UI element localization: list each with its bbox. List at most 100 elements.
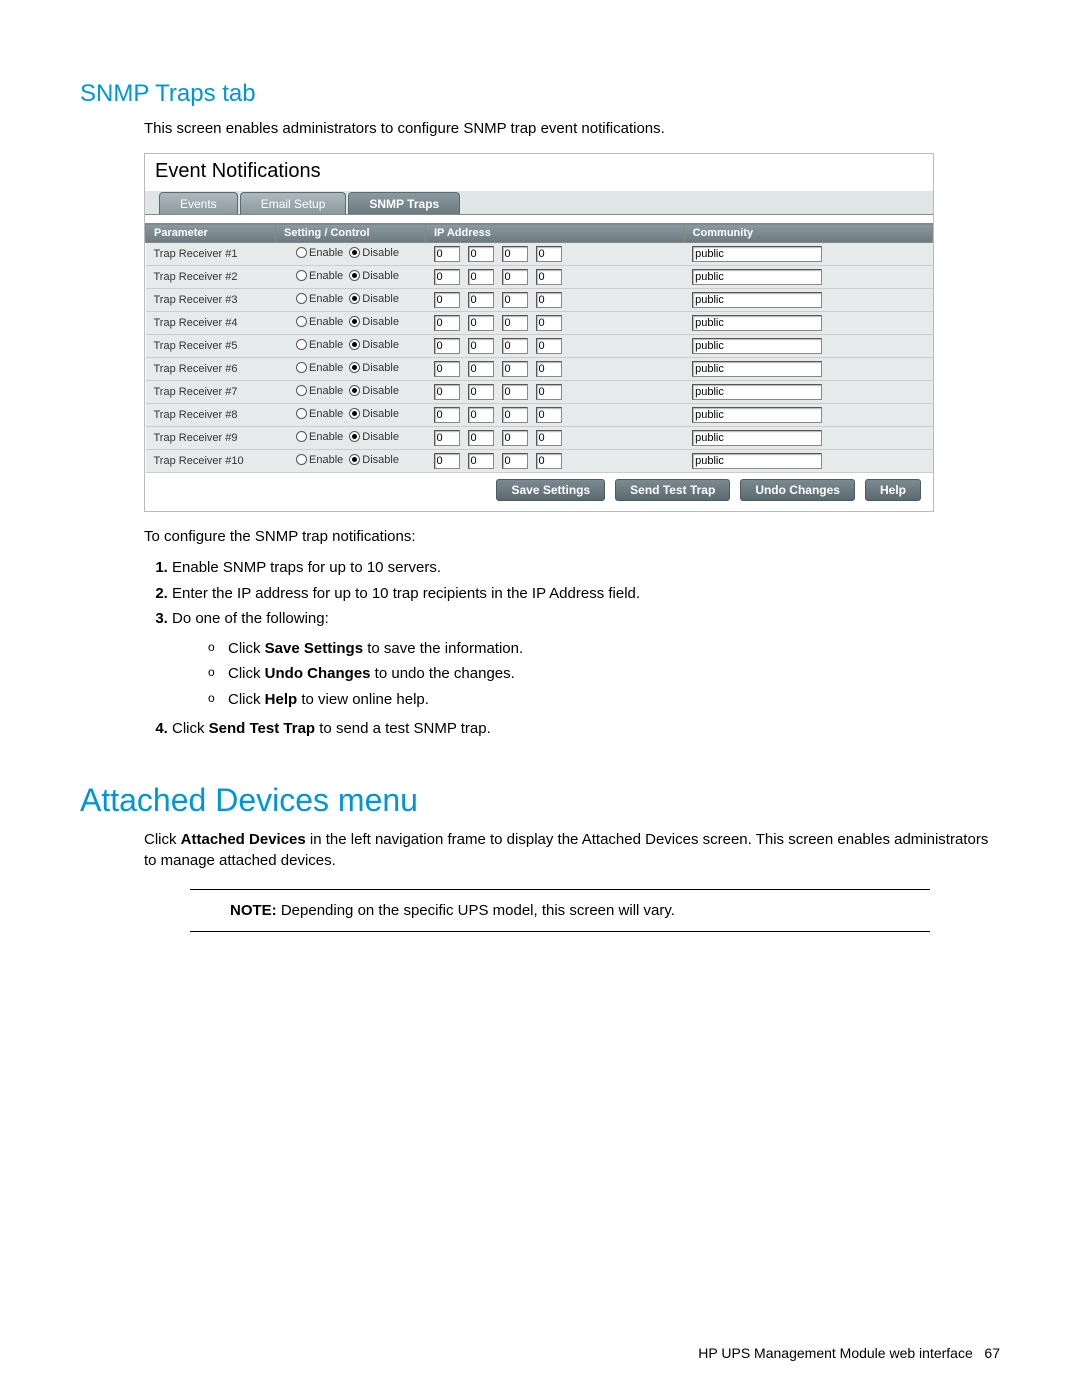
community-input[interactable] <box>692 361 822 377</box>
ip-octet-input[interactable] <box>434 292 460 308</box>
enable-radio[interactable] <box>296 247 307 258</box>
ip-octet-input[interactable] <box>502 407 528 423</box>
setting-cell: EnableDisable <box>276 358 426 381</box>
ip-octet-input[interactable] <box>468 430 494 446</box>
ip-octet-input[interactable] <box>434 384 460 400</box>
ip-octet-input[interactable] <box>434 315 460 331</box>
ip-octet-input[interactable] <box>536 453 562 469</box>
ip-octet-input[interactable] <box>434 246 460 262</box>
community-cell <box>684 450 932 473</box>
ip-octet-input[interactable] <box>434 361 460 377</box>
ip-octet-input[interactable] <box>434 453 460 469</box>
ip-octet-input[interactable] <box>502 315 528 331</box>
ip-octet-input[interactable] <box>536 246 562 262</box>
ip-octet-input[interactable] <box>468 453 494 469</box>
ip-octet-input[interactable] <box>468 315 494 331</box>
step-1: Enable SNMP traps for up to 10 servers. <box>172 555 1000 581</box>
ip-cell <box>426 427 685 450</box>
enable-label: Enable <box>309 293 343 305</box>
disable-radio[interactable] <box>349 385 360 396</box>
ip-cell <box>426 381 685 404</box>
ip-octet-input[interactable] <box>536 338 562 354</box>
configure-intro: To configure the SNMP trap notifications… <box>144 526 1000 547</box>
disable-radio[interactable] <box>349 339 360 350</box>
ip-octet-input[interactable] <box>536 407 562 423</box>
tab-events[interactable]: Events <box>159 192 238 214</box>
ip-octet-input[interactable] <box>502 430 528 446</box>
ip-octet-input[interactable] <box>536 269 562 285</box>
ip-octet-input[interactable] <box>536 361 562 377</box>
tab-snmp-traps[interactable]: SNMP Traps <box>348 192 460 214</box>
event-notifications-panel: Event Notifications Events Email Setup S… <box>144 153 934 512</box>
enable-radio[interactable] <box>296 408 307 419</box>
enable-radio[interactable] <box>296 339 307 350</box>
ip-cell <box>426 312 685 335</box>
community-cell <box>684 427 932 450</box>
param-cell: Trap Receiver #9 <box>146 427 276 450</box>
ip-octet-input[interactable] <box>502 246 528 262</box>
enable-radio[interactable] <box>296 362 307 373</box>
ip-octet-input[interactable] <box>434 338 460 354</box>
undo-changes-button[interactable]: Undo Changes <box>740 479 855 501</box>
community-cell <box>684 335 932 358</box>
ip-octet-input[interactable] <box>468 292 494 308</box>
ip-octet-input[interactable] <box>536 315 562 331</box>
ip-octet-input[interactable] <box>434 407 460 423</box>
disable-radio[interactable] <box>349 316 360 327</box>
community-input[interactable] <box>692 315 822 331</box>
ip-octet-input[interactable] <box>468 384 494 400</box>
disable-radio[interactable] <box>349 247 360 258</box>
ip-octet-input[interactable] <box>434 269 460 285</box>
ip-octet-input[interactable] <box>502 384 528 400</box>
community-input[interactable] <box>692 246 822 262</box>
setting-cell: EnableDisable <box>276 312 426 335</box>
community-input[interactable] <box>692 407 822 423</box>
setting-cell: EnableDisable <box>276 243 426 266</box>
ip-octet-input[interactable] <box>502 361 528 377</box>
ip-octet-input[interactable] <box>502 453 528 469</box>
ip-octet-input[interactable] <box>536 430 562 446</box>
disable-radio[interactable] <box>349 293 360 304</box>
disable-radio[interactable] <box>349 270 360 281</box>
ip-cell <box>426 266 685 289</box>
ip-octet-input[interactable] <box>536 384 562 400</box>
help-button[interactable]: Help <box>865 479 921 501</box>
ip-octet-input[interactable] <box>468 338 494 354</box>
disable-radio[interactable] <box>349 431 360 442</box>
ip-octet-input[interactable] <box>502 292 528 308</box>
ip-octet-input[interactable] <box>468 407 494 423</box>
tab-email-setup[interactable]: Email Setup <box>240 192 347 214</box>
ip-octet-input[interactable] <box>468 246 494 262</box>
ip-octet-input[interactable] <box>468 269 494 285</box>
community-input[interactable] <box>692 269 822 285</box>
ip-cell <box>426 404 685 427</box>
ip-octet-input[interactable] <box>502 269 528 285</box>
community-input[interactable] <box>692 453 822 469</box>
community-input[interactable] <box>692 292 822 308</box>
disable-radio[interactable] <box>349 362 360 373</box>
save-settings-button[interactable]: Save Settings <box>496 479 605 501</box>
enable-radio[interactable] <box>296 316 307 327</box>
disable-radio[interactable] <box>349 454 360 465</box>
community-cell <box>684 289 932 312</box>
page-footer: HP UPS Management Module web interface 6… <box>698 1345 1000 1361</box>
community-input[interactable] <box>692 338 822 354</box>
ip-octet-input[interactable] <box>502 338 528 354</box>
enable-radio[interactable] <box>296 270 307 281</box>
enable-radio[interactable] <box>296 385 307 396</box>
enable-label: Enable <box>309 270 343 282</box>
disable-radio[interactable] <box>349 408 360 419</box>
ip-octet-input[interactable] <box>434 430 460 446</box>
community-input[interactable] <box>692 384 822 400</box>
enable-radio[interactable] <box>296 293 307 304</box>
col-ip: IP Address <box>426 224 685 243</box>
enable-radio[interactable] <box>296 454 307 465</box>
send-test-trap-button[interactable]: Send Test Trap <box>615 479 730 501</box>
community-input[interactable] <box>692 430 822 446</box>
ip-octet-input[interactable] <box>536 292 562 308</box>
ip-octet-input[interactable] <box>468 361 494 377</box>
community-cell <box>684 312 932 335</box>
enable-radio[interactable] <box>296 431 307 442</box>
table-row: Trap Receiver #6EnableDisable <box>146 358 933 381</box>
disable-label: Disable <box>362 431 399 443</box>
